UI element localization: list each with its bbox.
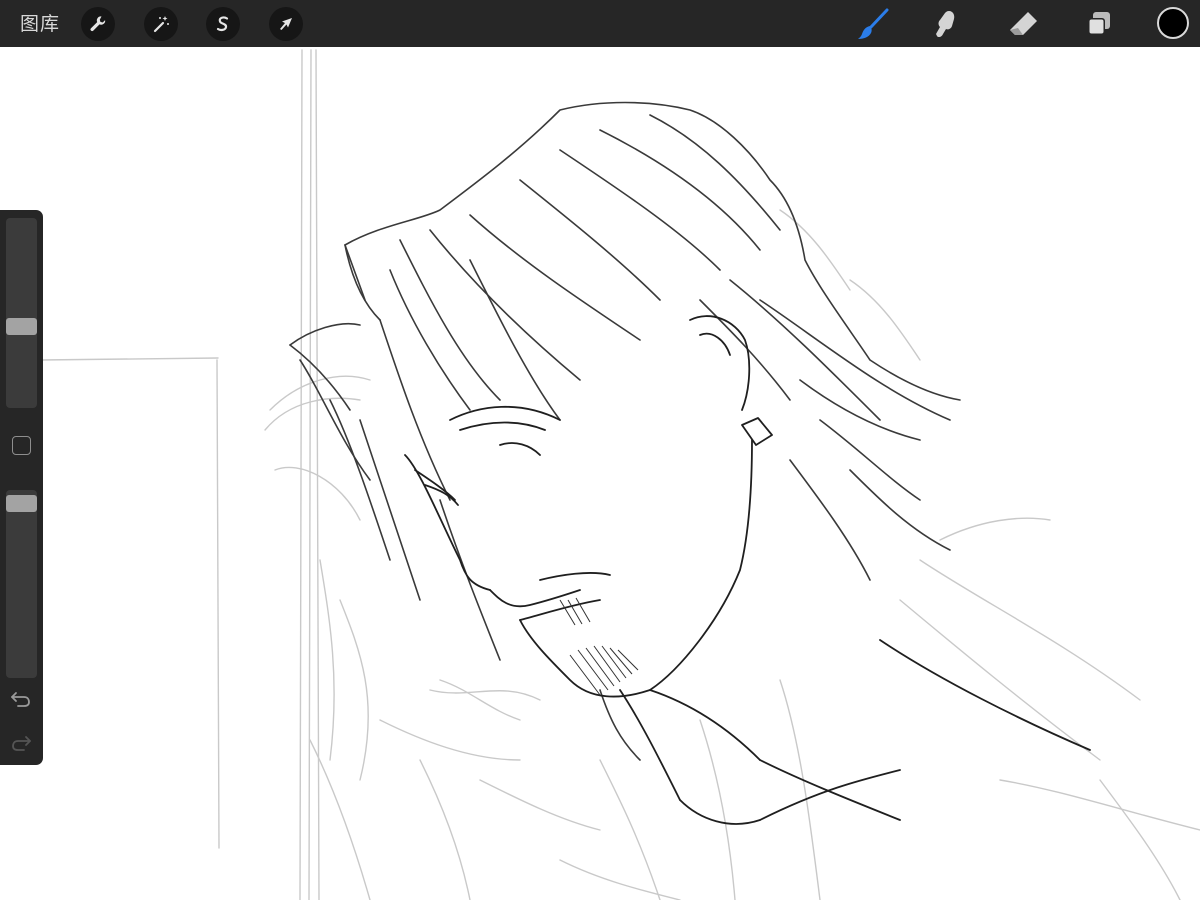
color-swatch-button[interactable]: [1157, 7, 1189, 39]
brush-size-slider[interactable]: [6, 218, 37, 408]
sketch-construction-lines: [39, 49, 1200, 900]
smudge-tool-button[interactable]: [928, 6, 964, 42]
drawing-canvas[interactable]: [0, 47, 1200, 900]
redo-icon: [12, 736, 31, 751]
brush-icon: [858, 8, 889, 39]
redo-button[interactable]: [9, 732, 33, 754]
actions-button[interactable]: [81, 7, 115, 41]
arrow-icon: [280, 18, 292, 30]
magic-wand-icon: [153, 16, 169, 33]
layers-button[interactable]: [1081, 6, 1117, 42]
adjustments-button[interactable]: [144, 7, 178, 41]
wrench-icon: [90, 16, 106, 32]
opacity-slider[interactable]: [6, 490, 37, 678]
opacity-handle[interactable]: [6, 495, 37, 513]
transform-button[interactable]: [269, 7, 303, 41]
brush-tool-button[interactable]: [855, 6, 891, 42]
layers-icon: [1088, 12, 1110, 35]
brush-size-handle[interactable]: [6, 318, 37, 336]
undo-icon: [11, 692, 30, 707]
smudge-finger-icon: [936, 11, 955, 38]
selection-s-icon: [216, 16, 229, 32]
modify-square-icon[interactable]: [12, 436, 31, 455]
sketch-face-lines: [404, 315, 1091, 825]
selection-button[interactable]: [206, 7, 240, 41]
gallery-button[interactable]: 图库: [20, 11, 60, 37]
left-sidebar: [0, 210, 43, 765]
eraser-tool-button[interactable]: [1005, 6, 1041, 42]
undo-button[interactable]: [9, 688, 33, 710]
top-toolbar: 图库: [0, 0, 1200, 47]
sketch-hair-lines: [289, 101, 961, 761]
eraser-icon: [1010, 12, 1037, 35]
